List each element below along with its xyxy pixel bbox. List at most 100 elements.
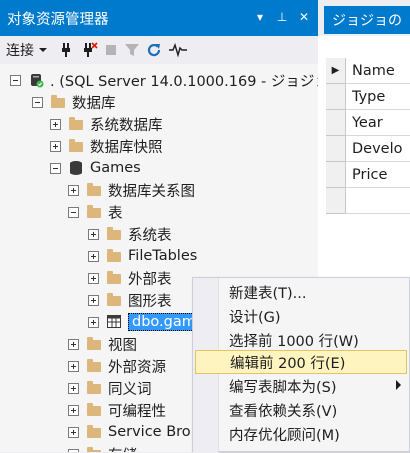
menu-item-new-table[interactable]: 新建表(T)... [195, 280, 407, 304]
tree-node-system-tables[interactable]: 系统表 [88, 223, 172, 245]
collapse-icon[interactable] [10, 74, 21, 86]
connect-icon-button[interactable] [58, 39, 74, 61]
column-name-cell[interactable]: Develo [346, 136, 410, 162]
connect-label: 连接 [6, 43, 34, 59]
tree-node-label: . (SQL Server 14.0.1000.169 - ジョジョ [50, 73, 318, 90]
tree-node-database-diagrams[interactable]: 数据库关系图 [68, 179, 195, 201]
tree-node-views[interactable]: 视图 [68, 333, 137, 355]
tree-node-graph-tables[interactable]: 图形表 [88, 289, 172, 311]
grid-row[interactable]: Price [326, 162, 410, 188]
tree-node-label: 图形表 [128, 293, 172, 310]
menu-item-view-dependencies[interactable]: 查看依赖关系(V) [195, 398, 407, 422]
tree-node-label: 视图 [108, 337, 137, 354]
menu-item-script-table-as[interactable]: 编写表脚本为(S) [195, 374, 407, 398]
grid-row[interactable]: Type [326, 84, 410, 110]
column-name-cell[interactable]: Name [346, 58, 410, 84]
refresh-button[interactable] [146, 39, 162, 61]
expand-icon[interactable] [68, 382, 79, 394]
tree-node-database-snapshots[interactable]: 数据库快照 [50, 135, 163, 157]
disconnect-button[interactable] [80, 39, 98, 61]
tree-node-service-broker[interactable]: Service Brol [68, 421, 195, 443]
collapse-icon[interactable] [32, 96, 43, 108]
tree-node-label: 数据库快照 [90, 139, 163, 156]
expand-icon[interactable] [50, 140, 61, 152]
tree-node-databases[interactable]: 数据库 [32, 91, 116, 113]
grid-row[interactable] [326, 188, 410, 214]
tree-node-label: 系统数据库 [90, 117, 163, 134]
document-tab[interactable]: ジョジョの [324, 6, 410, 34]
table-icon [106, 314, 122, 330]
tree-node-external-resources[interactable]: 外部资源 [68, 355, 166, 377]
tree-node-label: 表 [108, 205, 123, 222]
expand-icon[interactable] [68, 448, 79, 452]
column-name-cell[interactable]: Price [346, 162, 410, 188]
folder-icon [106, 226, 122, 242]
expand-icon[interactable] [68, 404, 79, 416]
stop-icon [106, 45, 116, 55]
folder-icon [86, 182, 102, 198]
tree-node-games-database[interactable]: Games [50, 157, 141, 179]
tree-node-filetables[interactable]: FileTables [88, 245, 197, 267]
expand-icon[interactable] [88, 294, 99, 306]
filter-button[interactable] [124, 39, 140, 61]
row-header [326, 110, 346, 136]
expand-icon[interactable] [88, 272, 99, 284]
tree-node-server[interactable]: . (SQL Server 14.0.1000.169 - ジョジョ [10, 69, 318, 91]
expand-icon[interactable] [68, 360, 79, 372]
document-tabbar: ジョジョの [318, 0, 410, 36]
menu-item-design[interactable]: 设计(G) [195, 304, 407, 328]
folder-icon [68, 138, 84, 154]
plug-icon [62, 43, 70, 57]
folder-icon [106, 248, 122, 264]
menu-item-label: 编写表脚本为(S) [229, 379, 337, 396]
context-menu: 新建表(T)... 设计(G) 选择前 1000 行(W) 编辑前 200 行(… [192, 277, 410, 453]
connect-button[interactable]: 连接 [6, 39, 48, 61]
expand-icon[interactable] [50, 118, 61, 130]
expand-icon[interactable] [88, 250, 99, 262]
tree-node-external-tables[interactable]: 外部表 [88, 267, 172, 289]
stop-button[interactable] [104, 39, 118, 61]
menu-item-edit-top-200[interactable]: 编辑前 200 行(E) [195, 350, 407, 374]
submenu-arrow-icon [396, 380, 401, 390]
chevron-down-icon [39, 48, 47, 52]
expand-icon[interactable] [68, 426, 79, 438]
menu-item-label: 选择前 1000 行(W) [229, 333, 359, 350]
collapse-icon[interactable] [68, 206, 79, 218]
expand-icon[interactable] [88, 316, 99, 328]
grid-row[interactable]: Develo [326, 136, 410, 162]
pin-icon[interactable]: ⊥ [274, 8, 290, 26]
filter-icon [125, 44, 139, 56]
tree-node-system-databases[interactable]: 系统数据库 [50, 113, 163, 135]
folder-icon [86, 204, 102, 220]
folder-icon [50, 94, 66, 110]
folder-icon [86, 424, 102, 440]
tree-node-label: 系统表 [128, 227, 172, 244]
tree-node-programmability[interactable]: 可编程性 [68, 399, 166, 421]
menu-item-select-top-1000[interactable]: 选择前 1000 行(W) [195, 328, 407, 352]
tree-node-storage[interactable]: 存储 [68, 443, 137, 452]
expand-icon[interactable] [68, 184, 79, 196]
tree-node-tables[interactable]: 表 [68, 201, 123, 223]
tree-node-label: 数据库关系图 [108, 183, 195, 200]
activity-monitor-button[interactable] [168, 39, 188, 61]
expand-icon[interactable] [68, 338, 79, 350]
disconnect-icon [84, 42, 98, 57]
expand-icon[interactable] [88, 228, 99, 240]
close-icon[interactable]: ✕ [296, 8, 312, 26]
collapse-icon[interactable] [50, 162, 61, 174]
document-tab-label: ジョジョの [332, 13, 402, 29]
grid-row[interactable]: ▶ Name [326, 58, 410, 84]
row-header [326, 162, 346, 188]
tree-node-label: 外部资源 [108, 359, 166, 376]
tree-node-dbo-games-table[interactable]: dbo.gam [88, 311, 200, 333]
dropdown-icon[interactable]: ▾ [252, 8, 268, 26]
grid-row[interactable]: Year [326, 110, 410, 136]
tree-node-label: 可编程性 [108, 403, 166, 420]
tree-node-synonyms[interactable]: 同义词 [68, 377, 152, 399]
column-name-cell[interactable]: Type [346, 84, 410, 110]
menu-item-memory-optimization-advisor[interactable]: 内存优化顾问(M) [195, 422, 407, 446]
column-name-cell[interactable]: Year [346, 110, 410, 136]
empty-cell[interactable] [346, 188, 410, 214]
row-header [326, 84, 346, 110]
server-icon [28, 72, 44, 88]
